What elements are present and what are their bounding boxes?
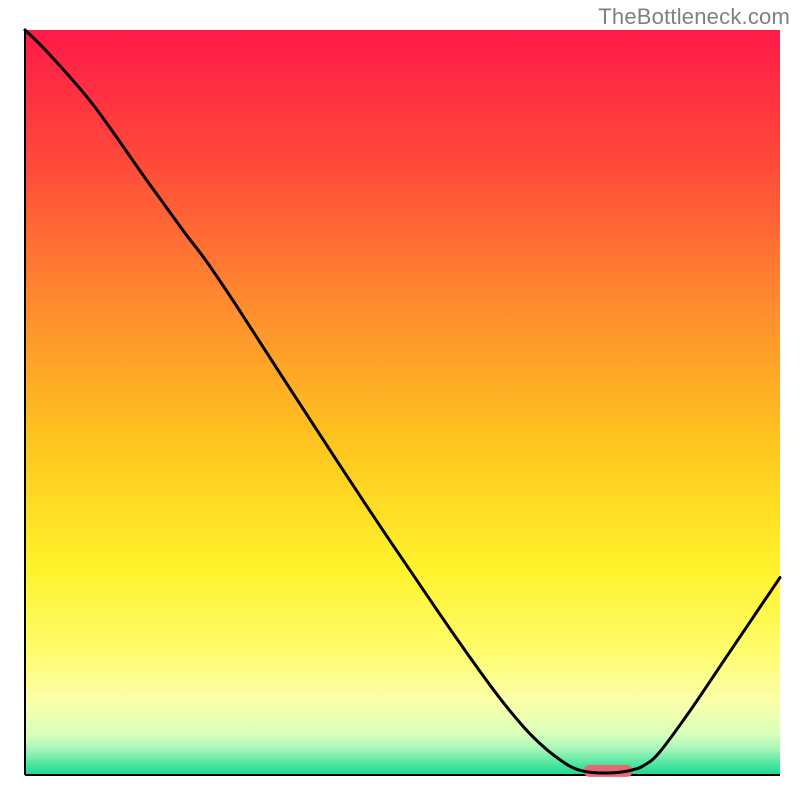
chart-container: { "watermark": "TheBottleneck.com", "cha… — [0, 0, 800, 800]
watermark-text: TheBottleneck.com — [598, 4, 790, 30]
gradient-background — [25, 30, 780, 775]
chart-svg — [0, 0, 800, 800]
